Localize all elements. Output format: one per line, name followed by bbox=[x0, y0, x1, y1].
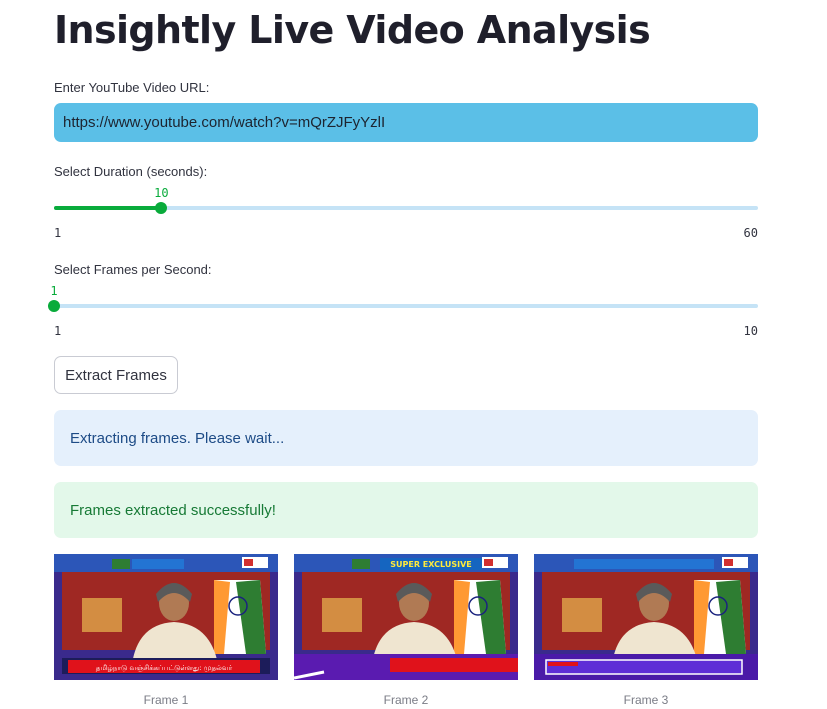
frame-card: SUPER EXCLUSIVE Frame 2 bbox=[294, 554, 518, 707]
url-label: Enter YouTube Video URL: bbox=[54, 80, 210, 95]
fps-slider[interactable]: 1 1 10 bbox=[48, 284, 758, 344]
success-alert-text: Frames extracted successfully! bbox=[70, 501, 276, 519]
frame-thumbnail: SUPER EXCLUSIVE bbox=[294, 554, 518, 680]
app-main: Insightly Live Video Analysis Enter YouT… bbox=[0, 0, 827, 709]
success-alert: Frames extracted successfully! bbox=[54, 482, 758, 538]
frame-caption: Frame 3 bbox=[623, 693, 669, 707]
page-title: Insightly Live Video Analysis bbox=[54, 8, 651, 52]
frame-caption: Frame 1 bbox=[143, 693, 189, 707]
duration-slider-value: 10 bbox=[154, 186, 169, 200]
frame-ticker-text: தமிழ்நாடு வஞ்சிக்கப்பட்டுள்ளது: முதல்வர் bbox=[96, 664, 233, 672]
duration-slider-min: 1 bbox=[54, 226, 62, 240]
duration-slider-max: 60 bbox=[743, 226, 758, 240]
duration-slider[interactable]: 10 1 60 bbox=[54, 186, 758, 246]
frame-thumbnail bbox=[534, 554, 758, 680]
youtube-url-input[interactable] bbox=[54, 103, 758, 142]
frame-caption: Frame 2 bbox=[383, 693, 429, 707]
frame-thumbnail: தமிழ்நாடு வஞ்சிக்கப்பட்டுள்ளது: முதல்வர் bbox=[54, 554, 278, 680]
info-alert: Extracting frames. Please wait... bbox=[54, 410, 758, 466]
fps-label: Select Frames per Second: bbox=[54, 262, 212, 277]
fps-slider-thumb[interactable] bbox=[48, 300, 60, 312]
duration-label: Select Duration (seconds): bbox=[54, 164, 208, 179]
fps-slider-min: 1 bbox=[54, 324, 62, 338]
fps-slider-max: 10 bbox=[743, 324, 758, 338]
duration-slider-thumb[interactable] bbox=[155, 202, 168, 214]
extract-frames-button[interactable]: Extract Frames bbox=[54, 356, 178, 394]
frame-banner-text: SUPER EXCLUSIVE bbox=[390, 560, 471, 569]
info-alert-text: Extracting frames. Please wait... bbox=[70, 429, 285, 447]
duration-slider-fill bbox=[54, 206, 162, 210]
frame-card: Frame 3 bbox=[534, 554, 758, 707]
frame-card: தமிழ்நாடு வஞ்சிக்கப்பட்டுள்ளது: முதல்வர்… bbox=[54, 554, 278, 707]
fps-slider-value: 1 bbox=[50, 284, 58, 298]
fps-slider-track[interactable] bbox=[54, 304, 758, 308]
